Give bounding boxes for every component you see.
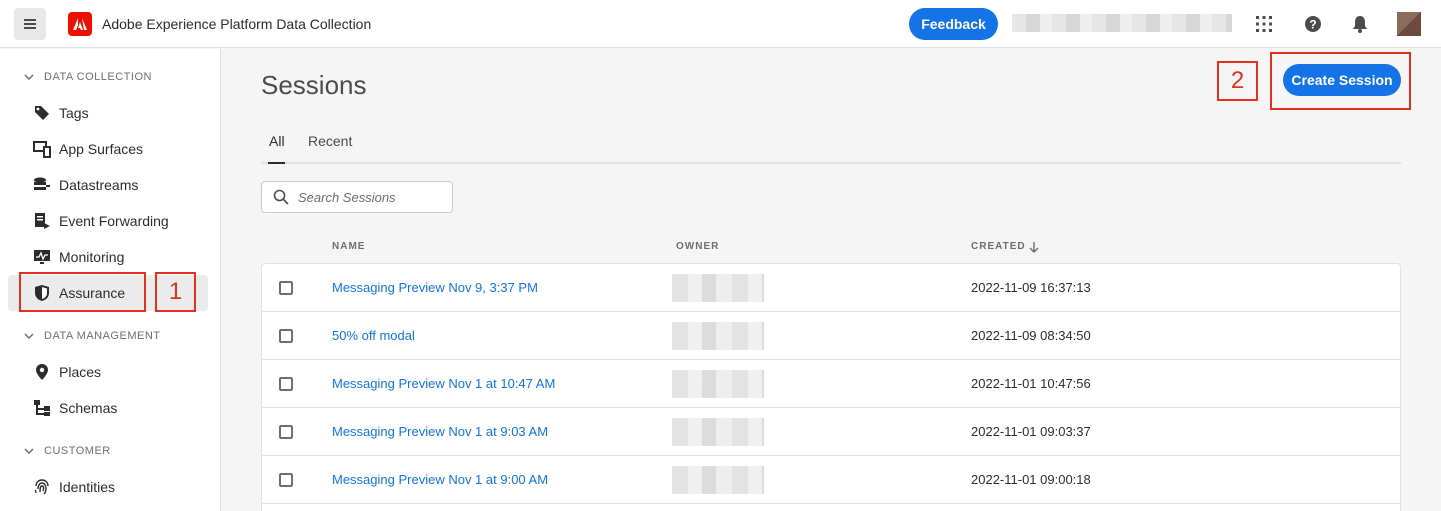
session-name-link[interactable]: 50% off modal	[332, 328, 415, 343]
chevron-down-icon	[24, 72, 34, 83]
search-field[interactable]	[261, 181, 453, 213]
page-title: Sessions	[261, 70, 367, 100]
table-row[interactable]: Messaging Preview Nov 1 at 9:03 AM 2022-…	[262, 408, 1400, 456]
row-checkbox[interactable]	[279, 473, 293, 487]
apps-grid-icon[interactable]	[1252, 12, 1276, 36]
sidebar-item-label: App Surfaces	[59, 141, 144, 157]
row-checkbox[interactable]	[279, 329, 293, 343]
section-customer[interactable]: CUSTOMER	[24, 445, 111, 457]
tab-recent[interactable]: Recent	[308, 133, 352, 149]
arrow-down-icon[interactable]	[1029, 240, 1039, 258]
annotation-number-1: 1	[155, 272, 196, 312]
owner-redacted	[672, 322, 764, 350]
column-header-created[interactable]: CREATED	[971, 241, 1026, 252]
chevron-down-icon	[24, 331, 34, 342]
sidebar-item-app-surfaces[interactable]: App Surfaces	[8, 131, 208, 167]
help-icon[interactable]: ?	[1301, 12, 1325, 36]
sidebar-item-label: Schemas	[59, 400, 118, 416]
sidebar-item-label: Datastreams	[59, 177, 139, 193]
tab-all[interactable]: All	[269, 133, 285, 149]
create-session-button[interactable]: Create Session	[1283, 64, 1401, 96]
sidebar-item-label: Identities	[59, 479, 116, 495]
session-name-link[interactable]: Messaging Preview Nov 9, 3:37 PM	[332, 280, 538, 295]
session-name-link[interactable]: Messaging Preview Nov 1 at 10:47 AM	[332, 376, 555, 391]
section-data-collection[interactable]: DATA COLLECTION	[24, 71, 152, 83]
created-date: 2022-11-01 10:47:56	[971, 376, 1091, 391]
column-header-owner[interactable]: OWNER	[676, 241, 719, 252]
search-icon	[273, 189, 289, 205]
tags-icon	[33, 104, 51, 122]
sidebar-item-event-forwarding[interactable]: Event Forwarding	[8, 203, 208, 239]
sidebar-item-identities[interactable]: Identities	[8, 469, 208, 505]
section-data-management[interactable]: DATA MANAGEMENT	[24, 330, 161, 342]
row-checkbox[interactable]	[279, 281, 293, 295]
svg-text:?: ?	[1309, 18, 1316, 32]
section-title: CUSTOMER	[44, 445, 111, 457]
created-date: 2022-11-01 09:00:18	[971, 472, 1091, 487]
sidebar-item-label: Places	[59, 364, 102, 380]
session-name-link[interactable]: Messaging Preview Nov 1 at 9:03 AM	[332, 424, 548, 439]
org-switcher[interactable]	[1012, 14, 1232, 32]
fingerprint-icon	[33, 478, 51, 496]
table-row[interactable]: Messaging Preview Nov 1 at 9:00 AM 2022-…	[262, 456, 1400, 504]
event-forwarding-icon	[33, 212, 51, 230]
datastreams-icon	[33, 176, 51, 194]
app-surfaces-icon	[33, 140, 51, 158]
feedback-button[interactable]: Feedback	[909, 8, 998, 40]
sessions-table: Messaging Preview Nov 9, 3:37 PM 2022-11…	[261, 263, 1401, 511]
created-date: 2022-11-09 16:37:13	[971, 280, 1091, 295]
bell-icon[interactable]	[1348, 12, 1372, 36]
created-date: 2022-11-01 09:03:37	[971, 424, 1091, 439]
session-name-link[interactable]: Messaging Preview Nov 1 at 9:00 AM	[332, 472, 548, 487]
search-input[interactable]	[298, 189, 438, 205]
annotation-box-assurance	[19, 272, 146, 312]
sidebar-item-datastreams[interactable]: Datastreams	[8, 167, 208, 203]
chevron-down-icon	[24, 446, 34, 457]
avatar[interactable]	[1397, 12, 1421, 36]
tab-list: All Recent	[261, 130, 1401, 164]
pin-icon	[33, 363, 51, 381]
section-title: DATA COLLECTION	[44, 71, 152, 83]
table-row[interactable]: 50% off modal 2022-11-09 08:34:50	[262, 312, 1400, 360]
sidebar-item-tags[interactable]: Tags	[8, 95, 208, 131]
sidebar-item-places[interactable]: Places	[8, 354, 208, 390]
column-header-name[interactable]: NAME	[332, 241, 365, 252]
annotation-number-2: 2	[1217, 61, 1258, 101]
adobe-logo[interactable]	[68, 12, 92, 36]
owner-redacted	[672, 466, 764, 494]
top-bar: Adobe Experience Platform Data Collectio…	[0, 0, 1441, 48]
tab-selected-indicator	[268, 162, 285, 164]
row-checkbox[interactable]	[279, 425, 293, 439]
row-checkbox[interactable]	[279, 377, 293, 391]
created-date: 2022-11-09 08:34:50	[971, 328, 1091, 343]
sidebar-item-label: Event Forwarding	[59, 213, 169, 229]
sidebar-item-label: Tags	[59, 105, 89, 121]
section-title: DATA MANAGEMENT	[44, 330, 161, 342]
sidebar-item-label: Monitoring	[59, 249, 125, 265]
table-row[interactable]: Messaging Preview Nov 1 at 10:47 AM 2022…	[262, 360, 1400, 408]
monitoring-icon	[33, 248, 51, 266]
sidebar-item-schemas[interactable]: Schemas	[8, 390, 208, 426]
sidebar-item-monitoring[interactable]: Monitoring	[8, 239, 208, 275]
owner-redacted	[672, 274, 764, 302]
schemas-icon	[33, 399, 51, 417]
owner-redacted	[672, 418, 764, 446]
table-row[interactable]: Messaging Preview Nov 9, 3:37 PM 2022-11…	[262, 264, 1400, 312]
owner-redacted	[672, 370, 764, 398]
app-title: Adobe Experience Platform Data Collectio…	[102, 16, 372, 32]
hamburger-icon[interactable]	[14, 8, 46, 40]
